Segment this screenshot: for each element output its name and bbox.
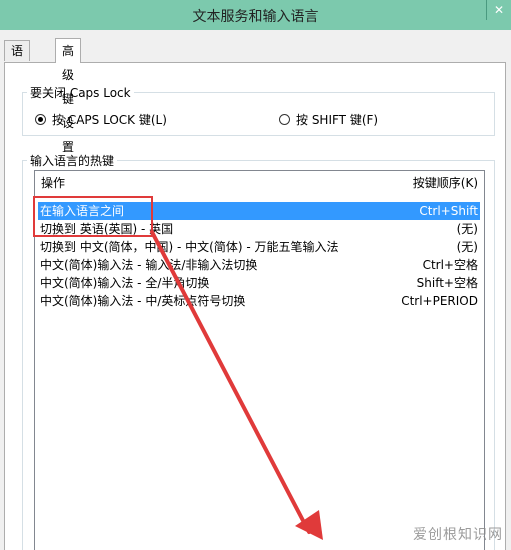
row-keys: Ctrl+空格 <box>422 258 478 272</box>
radio-shift-key[interactable]: 按 SHIFT 键(F) <box>279 111 378 128</box>
row-operation: 中文(简体)输入法 - 全/半角切换 <box>40 276 210 290</box>
list-item[interactable]: 中文(简体)输入法 - 全/半角切换 Shift+空格 <box>38 274 480 292</box>
list-header: 操作 按键顺序(K) <box>39 174 478 190</box>
row-keys: Ctrl+Shift <box>419 204 478 218</box>
column-header-operation: 操作 <box>41 176 66 190</box>
row-keys: Ctrl+PERIOD <box>401 294 478 308</box>
close-button[interactable]: ✕ <box>486 0 511 20</box>
radio-selected-icon <box>35 114 46 125</box>
title-bar: 文本服务和输入语言 ✕ <box>0 0 511 30</box>
row-keys: Shift+空格 <box>416 276 478 290</box>
list-item[interactable]: 中文(简体)输入法 - 输入法/非输入法切换 Ctrl+空格 <box>38 256 480 274</box>
annotation-highlight-box <box>33 196 153 237</box>
radio-unselected-icon <box>279 114 290 125</box>
window-title: 文本服务和输入语言 <box>192 9 319 25</box>
row-keys: (无) <box>456 222 478 236</box>
tab-language-bar[interactable]: 语言栏 <box>4 40 31 98</box>
row-operation: 中文(简体)输入法 - 输入法/非输入法切换 <box>40 258 258 272</box>
radio-caps-lock-key[interactable]: 按 CAPS LOCK 键(L) <box>35 111 167 128</box>
tab-advanced-key-settings[interactable]: 高级键设置 <box>55 38 82 154</box>
caps-lock-group-title: 要关闭 Caps Lock <box>27 84 134 101</box>
list-item[interactable]: 切换到 中文(简体，中国) - 中文(简体) - 万能五笔输入法 (无) <box>38 238 480 256</box>
radio-shift-label: 按 SHIFT 键(F) <box>296 113 379 127</box>
watermark-text: 爱创根知识网 <box>413 527 503 543</box>
row-operation: 中文(简体)输入法 - 中/英标点符号切换 <box>40 294 246 308</box>
row-keys: (无) <box>456 240 478 254</box>
column-header-key-sequence: 按键顺序(K) <box>412 176 478 190</box>
row-operation: 切换到 中文(简体，中国) - 中文(简体) - 万能五笔输入法 <box>40 240 339 254</box>
list-item[interactable]: 中文(简体)输入法 - 中/英标点符号切换 Ctrl+PERIOD <box>38 292 480 310</box>
